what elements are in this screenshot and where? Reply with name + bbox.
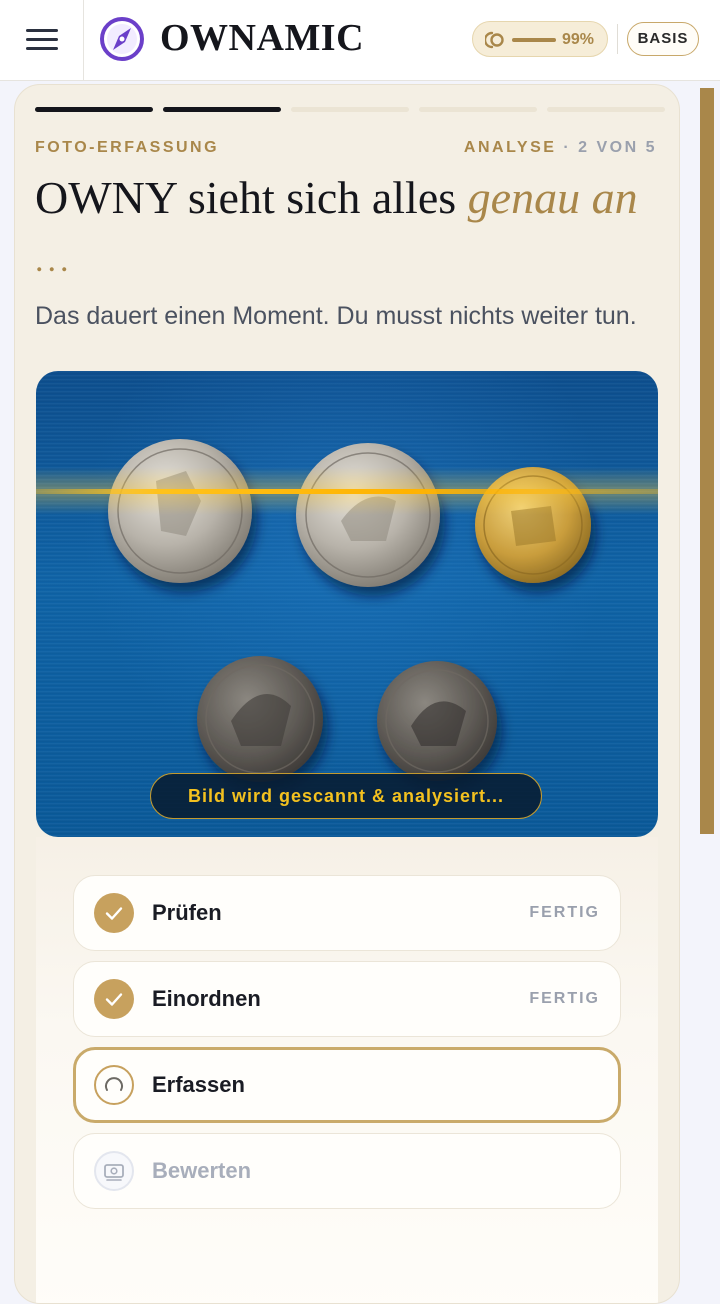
progress-pill[interactable]: 99% [472, 21, 608, 57]
title-main: OWNY sieht sich alles [35, 172, 468, 223]
app-header: OWNAMIC 99% BASIS [0, 0, 720, 81]
step-segment [35, 107, 153, 112]
step-indicator: ANALYSE · 2 VON 5 [464, 139, 657, 157]
phase-label: ANALYSE [463, 139, 557, 156]
page-subtitle: Das dauert einen Moment. Du musst nichts… [35, 302, 637, 330]
progress-bar [512, 38, 556, 42]
scanned-photo: Bild wird gescannt & analysiert... [36, 371, 658, 837]
brand-name[interactable]: OWNAMIC [160, 14, 364, 62]
hamburger-menu-icon [26, 29, 58, 32]
scan-line [36, 489, 658, 494]
checklist-item-einordnen: Einordnen FERTIG [73, 961, 621, 1037]
plan-badge-button[interactable]: BASIS [627, 22, 699, 56]
checklist-item-label: Prüfen [152, 900, 222, 925]
title-ellipsis: ... [35, 242, 73, 279]
checklist-item-label: Erfassen [152, 1072, 245, 1097]
coin-stack-icon [485, 31, 504, 49]
checklist-item-label: Einordnen [152, 986, 261, 1011]
checklist-item-bewerten: Bewerten [73, 1133, 621, 1209]
hamburger-menu-icon [26, 38, 58, 41]
step-segment [419, 107, 537, 112]
progress-percent: 99% [562, 31, 595, 48]
title-accent: genau an [467, 172, 638, 223]
process-checklist: Prüfen FERTIG Einordnen FERTIG Erfassen [36, 837, 658, 1303]
hamburger-menu-icon [26, 47, 58, 50]
check-icon [94, 979, 134, 1019]
page-title: OWNY sieht sich alles genau an [35, 169, 665, 227]
status-badge: FERTIG [529, 904, 600, 921]
scrollbar[interactable] [700, 88, 714, 834]
step-progress [35, 107, 665, 112]
checklist-item-pruefen: Prüfen FERTIG [73, 875, 621, 951]
status-badge: FERTIG [529, 990, 600, 1007]
section-eyebrow: FOTO-ERFASSUNG [35, 139, 220, 156]
step-count: · 2 VON 5 [563, 139, 657, 156]
scan-status-label: Bild wird gescannt & analysiert... [150, 773, 542, 819]
menu-button[interactable] [0, 0, 84, 80]
step-segment [163, 107, 281, 112]
compass-logo-icon[interactable] [98, 15, 146, 63]
check-icon [94, 893, 134, 933]
money-icon [94, 1151, 134, 1191]
spinner-icon [94, 1065, 134, 1105]
step-segment [547, 107, 665, 112]
header-divider [617, 24, 618, 54]
checklist-item-label: Bewerten [152, 1158, 252, 1183]
step-segment [291, 107, 409, 112]
analysis-card: FOTO-ERFASSUNG ANALYSE · 2 VON 5 OWNY si… [14, 84, 680, 1304]
coins-image [108, 439, 591, 782]
checklist-item-erfassen: Erfassen [73, 1047, 621, 1123]
